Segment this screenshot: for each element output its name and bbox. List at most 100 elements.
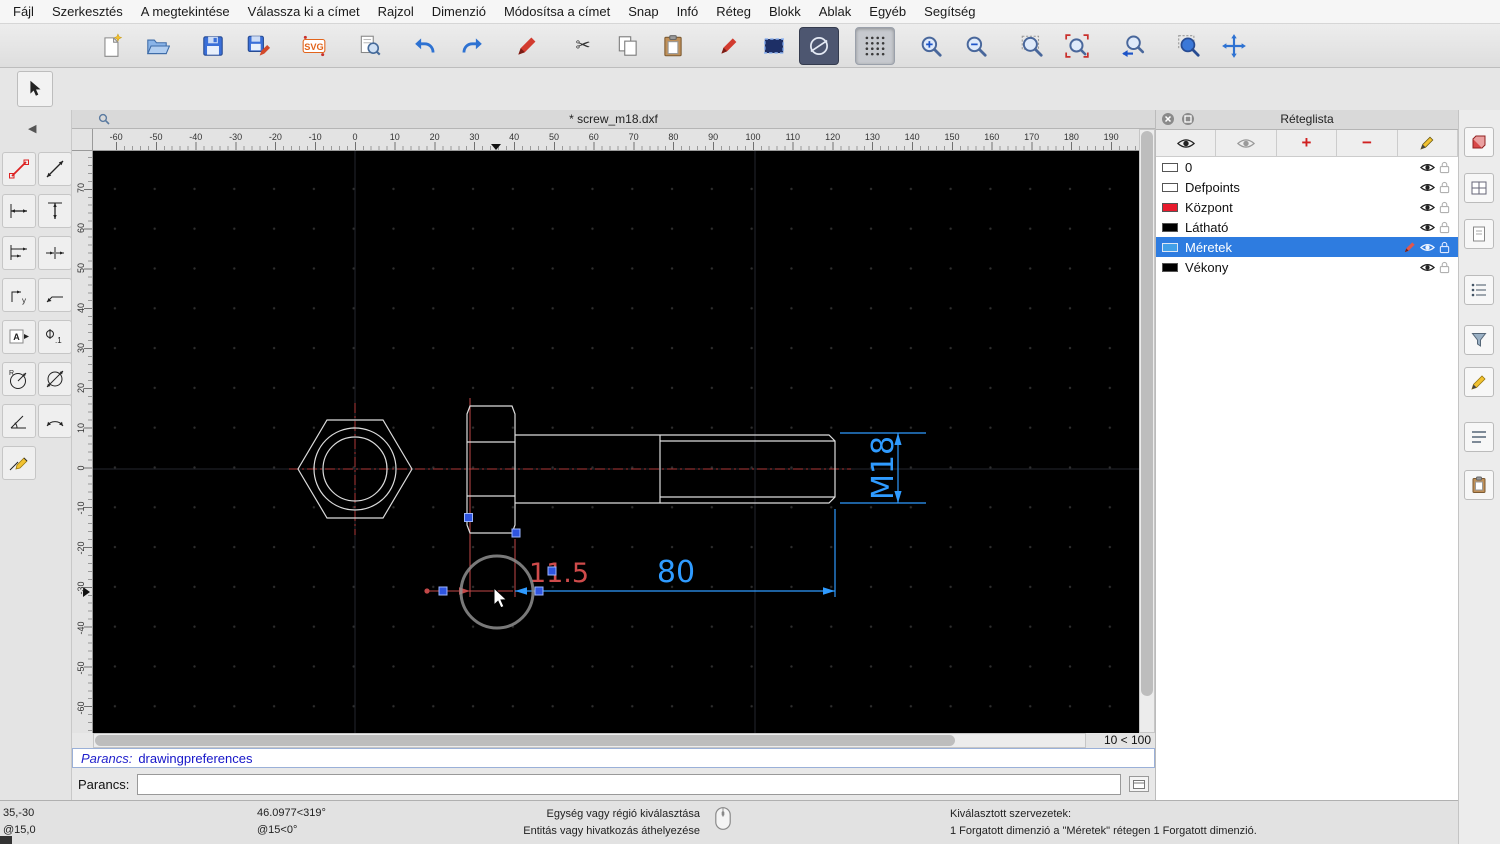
layer-lock-icon[interactable]: [1436, 201, 1452, 214]
save-button[interactable]: [193, 27, 233, 65]
dim-arc-tool[interactable]: [38, 404, 72, 438]
lines-icon: [1472, 431, 1486, 443]
edit-attributes-button[interactable]: [507, 27, 547, 65]
svg-export-button[interactable]: SVG: [294, 27, 334, 65]
grid-toggle-button[interactable]: [855, 26, 895, 65]
layer-edit-pen-icon[interactable]: [1400, 241, 1418, 254]
dim-horizontal-tool[interactable]: [2, 194, 36, 228]
menu-item-6[interactable]: Dimenzió: [423, 4, 495, 19]
menu-item-1[interactable]: Fájl: [4, 4, 43, 19]
layer-visibility-icon[interactable]: [1418, 262, 1436, 273]
pan-button[interactable]: [1214, 27, 1254, 65]
edit-layer-button[interactable]: [1398, 130, 1459, 156]
circle-tool-button[interactable]: [799, 26, 839, 65]
dim-rotated-tool[interactable]: [2, 152, 36, 186]
layer-visibility-icon[interactable]: [1418, 242, 1436, 253]
layer-visibility-icon[interactable]: [1418, 202, 1436, 213]
zoom-redraw-button[interactable]: [1057, 27, 1097, 65]
layer-lock-icon[interactable]: [1436, 261, 1452, 274]
command-widget: Parancs: drawingpreferences Parancs:: [72, 748, 1155, 800]
menu-item-14[interactable]: Segítség: [915, 4, 984, 19]
dim-radius-tool[interactable]: R: [2, 362, 36, 396]
menu-item-12[interactable]: Ablak: [810, 4, 861, 19]
print-preview-icon: [360, 35, 381, 55]
layer-visibility-icon[interactable]: [1418, 222, 1436, 233]
entity-list-toggle[interactable]: [1464, 422, 1494, 452]
horizontal-scrollbar[interactable]: [93, 733, 1086, 748]
menu-item-10[interactable]: Réteg: [707, 4, 760, 19]
library-browser-toggle[interactable]: [1464, 173, 1494, 203]
layer-row-vekony[interactable]: Vékony: [1156, 257, 1458, 277]
layer-row-kozpont[interactable]: Központ: [1156, 197, 1458, 217]
menu-item-7[interactable]: Módosítsa a címet: [495, 4, 619, 19]
dim-baseline-tool[interactable]: [2, 236, 36, 270]
panel-close-icon[interactable]: [1161, 112, 1175, 132]
menu-item-9[interactable]: Infó: [668, 4, 708, 19]
block-list-toggle[interactable]: [1464, 127, 1494, 157]
cut-button[interactable]: ✂: [563, 27, 603, 65]
h-ruler-label: 190: [1103, 132, 1119, 142]
clipboard-panel-toggle[interactable]: [1464, 470, 1494, 500]
pen-settings-toggle[interactable]: [1464, 367, 1494, 397]
dim-ordinate-tool[interactable]: y: [2, 278, 36, 312]
dim-tolerance-tool[interactable]: .1: [38, 320, 72, 354]
select-window-button[interactable]: [754, 27, 794, 65]
dim-vertical-tool[interactable]: [38, 194, 72, 228]
command-widget-toggle[interactable]: [1464, 219, 1494, 249]
filter-toggle[interactable]: [1464, 325, 1494, 355]
save-as-button[interactable]: [238, 27, 278, 65]
zoom-previous-button[interactable]: [1113, 27, 1153, 65]
layer-row-lathato[interactable]: Látható: [1156, 217, 1458, 237]
horizontal-scrollbar-thumb[interactable]: [95, 735, 955, 746]
menu-item-13[interactable]: Egyéb: [860, 4, 915, 19]
layer-lock-icon[interactable]: [1436, 181, 1452, 194]
command-input-row: Parancs:: [72, 768, 1155, 800]
menu-item-11[interactable]: Blokk: [760, 4, 810, 19]
vertical-scrollbar[interactable]: [1139, 129, 1155, 733]
zoom-out-button[interactable]: [956, 27, 996, 65]
layer-visibility-icon[interactable]: [1418, 162, 1436, 173]
layer-lock-icon[interactable]: [1436, 161, 1452, 174]
menu-item-2[interactable]: Szerkesztés: [43, 4, 132, 19]
dim-angular-tool[interactable]: [2, 404, 36, 438]
paste-button[interactable]: [653, 27, 693, 65]
layer-row-defpoints[interactable]: Defpoints: [1156, 177, 1458, 197]
command-detach-button[interactable]: [1129, 776, 1149, 792]
layer-lock-icon[interactable]: [1436, 241, 1452, 254]
layer-row-meretek[interactable]: Méretek: [1156, 237, 1458, 257]
print-preview-button[interactable]: [350, 27, 390, 65]
add-layer-button[interactable]: +: [1277, 130, 1338, 156]
menu-item-8[interactable]: Snap: [619, 4, 667, 19]
command-input[interactable]: [137, 773, 1121, 795]
sidebar-collapse-button[interactable]: ◀: [28, 122, 36, 135]
remove-layer-button[interactable]: −: [1337, 130, 1398, 156]
select-pointer-button[interactable]: [17, 71, 53, 107]
new-file-button[interactable]: [92, 27, 132, 65]
copy-button[interactable]: [608, 27, 648, 65]
menu-item-4[interactable]: Válassza ki a címet: [239, 4, 369, 19]
zoom-auto-button[interactable]: [1012, 27, 1052, 65]
dim-aligned-tool[interactable]: [38, 152, 72, 186]
menu-item-3[interactable]: A megtekintése: [132, 4, 239, 19]
dim-label-edit-tool[interactable]: [2, 446, 36, 480]
dim-continue-tool[interactable]: [38, 236, 72, 270]
menu-item-5[interactable]: Rajzol: [369, 4, 423, 19]
zoom-in-button[interactable]: [911, 27, 951, 65]
panel-float-icon[interactable]: [1181, 112, 1195, 132]
undo-button[interactable]: [406, 27, 446, 65]
vertical-scrollbar-thumb[interactable]: [1141, 131, 1153, 696]
drawing-canvas[interactable]: 11.5 80 M18: [93, 151, 1139, 733]
layer-row-0[interactable]: 0: [1156, 157, 1458, 177]
open-file-button[interactable]: [137, 27, 177, 65]
delete-entity-button[interactable]: [709, 27, 749, 65]
layer-list-toggle[interactable]: [1464, 275, 1494, 305]
dim-leader-tool[interactable]: [38, 278, 72, 312]
dim-text-tool[interactable]: A: [2, 320, 36, 354]
layer-lock-icon[interactable]: [1436, 221, 1452, 234]
hide-all-layers-button[interactable]: [1216, 130, 1277, 156]
redo-button[interactable]: [451, 27, 491, 65]
layer-visibility-icon[interactable]: [1418, 182, 1436, 193]
show-all-layers-button[interactable]: [1156, 130, 1217, 156]
zoom-window-button[interactable]: [1169, 27, 1209, 65]
dim-diameter-tool[interactable]: [38, 362, 72, 396]
